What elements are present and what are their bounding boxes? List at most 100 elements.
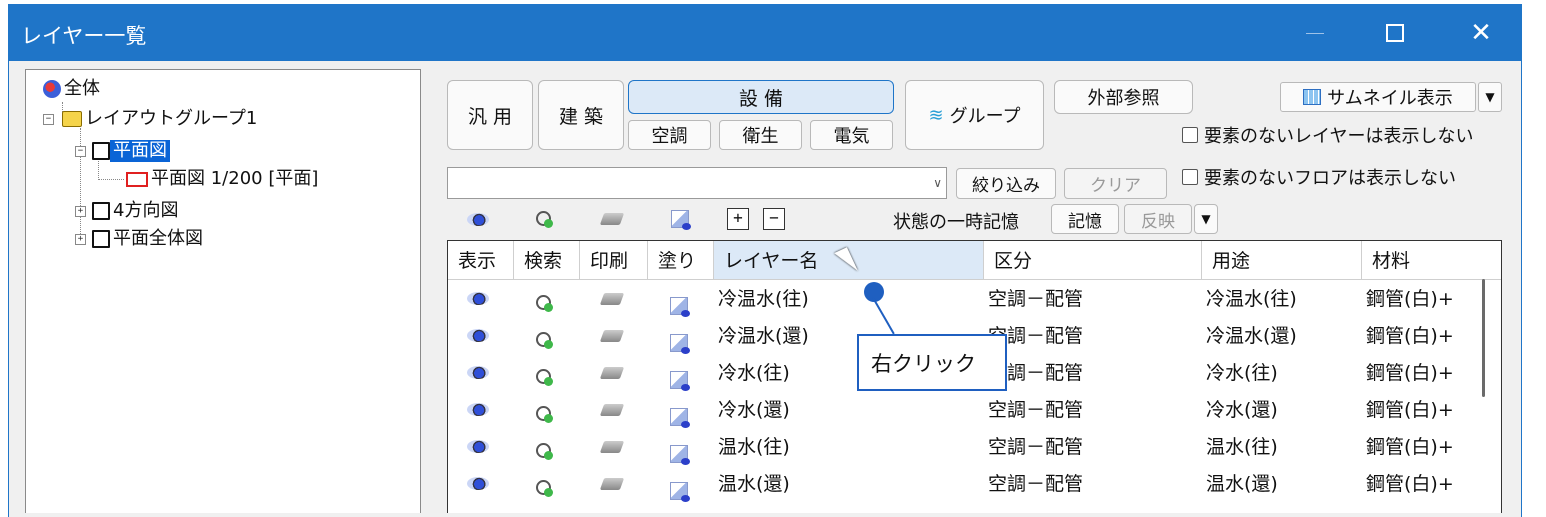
eye-icon[interactable] xyxy=(467,466,489,503)
memory-button[interactable]: 記憶 xyxy=(1051,204,1119,234)
eye-icon[interactable] xyxy=(467,392,489,429)
column-header-search[interactable]: 検索 xyxy=(514,241,580,279)
printer-icon[interactable] xyxy=(599,466,625,503)
layer-name-cell: 温水(往) xyxy=(718,436,790,458)
chevron-down-icon[interactable]: ∨ xyxy=(933,176,942,190)
hide-empty-floors-label: 要素のないフロアは表示しない xyxy=(1204,168,1456,189)
tree-item-label: 4方向図 xyxy=(113,200,179,221)
printer-icon[interactable] xyxy=(599,281,625,318)
category-cell: 空調－配管 xyxy=(988,436,1084,458)
tree-connector xyxy=(98,179,124,180)
eye-icon[interactable] xyxy=(467,281,489,318)
group-button-label: グループ xyxy=(949,106,1021,127)
use-cell: 冷水(往) xyxy=(1206,362,1278,384)
category-cell: 空調－配管 xyxy=(988,473,1084,495)
grid-header: 表示 検索 印刷 塗り レイヤー名 区分 用途 材料 xyxy=(448,241,1501,280)
hide-empty-layers-option[interactable]: 要素のないレイヤーは表示しない xyxy=(1182,122,1473,148)
printer-icon[interactable] xyxy=(599,429,625,466)
close-button[interactable]: ✕ xyxy=(1445,5,1517,61)
material-cell: 鋼管(白)+ xyxy=(1366,288,1454,310)
general-button[interactable]: 汎 用 xyxy=(447,80,533,150)
architecture-button[interactable]: 建 築 xyxy=(538,80,624,150)
sanitary-button[interactable]: 衛生 xyxy=(719,120,802,150)
hide-empty-layers-checkbox[interactable] xyxy=(1182,127,1198,143)
collapse-icon[interactable]: − xyxy=(75,145,86,157)
external-reference-button[interactable]: 外部参照 xyxy=(1054,80,1193,114)
use-cell: 温水(往) xyxy=(1206,436,1278,458)
narrow-button[interactable]: 絞り込み xyxy=(956,168,1056,199)
printer-icon[interactable] xyxy=(599,318,625,355)
tree-item-floor-plan-view[interactable]: 平面図 1/200 [平面] xyxy=(126,168,321,190)
thumbnail-label: サムネイル表示 xyxy=(1327,88,1453,109)
column-header-material[interactable]: 材料 xyxy=(1362,241,1501,279)
collapse-icon[interactable]: − xyxy=(43,113,54,125)
layout-group-icon xyxy=(62,111,82,127)
column-header-use[interactable]: 用途 xyxy=(1202,241,1362,279)
view-frame-icon xyxy=(126,171,148,187)
table-row[interactable]: 温水(還) 空調－配管 温水(還) 鋼管(白)+ xyxy=(448,466,1501,503)
expand-icon[interactable]: + xyxy=(75,205,86,217)
material-cell: 鋼管(白)+ xyxy=(1366,473,1454,495)
tree-group-label: レイアウトグループ1 xyxy=(85,108,258,129)
eye-icon[interactable] xyxy=(467,355,489,392)
window-title: レイヤー一覧 xyxy=(21,24,147,48)
fill-icon[interactable] xyxy=(667,206,693,232)
table-row[interactable]: 冷温水(往) 空調－配管 冷温水(往) 鋼管(白)+ xyxy=(448,281,1501,318)
chevron-down-icon: ▼ xyxy=(1485,90,1495,104)
eye-icon[interactable] xyxy=(467,429,489,466)
expand-icon[interactable]: + xyxy=(75,233,86,245)
use-cell: 冷水(還) xyxy=(1206,399,1278,421)
minimize-button[interactable] xyxy=(1279,5,1351,61)
eye-icon[interactable] xyxy=(465,206,491,232)
hide-empty-layers-label: 要素のないレイヤーは表示しない xyxy=(1204,126,1474,147)
search-icon[interactable] xyxy=(534,474,554,511)
thumbnail-dropdown-button[interactable]: ▼ xyxy=(1478,82,1502,112)
maximize-button[interactable] xyxy=(1359,5,1431,61)
thumbnail-view-button[interactable]: サムネイル表示 xyxy=(1280,82,1476,112)
column-header-category[interactable]: 区分 xyxy=(984,241,1202,279)
fill-icon[interactable] xyxy=(670,476,690,513)
column-header-display[interactable]: 表示 xyxy=(448,241,514,279)
apply-dropdown-button[interactable]: ▼ xyxy=(1194,204,1218,234)
grid-scrollbar[interactable] xyxy=(1482,279,1485,397)
printer-icon[interactable] xyxy=(599,392,625,429)
right-click-callout: 右クリック xyxy=(857,334,1007,391)
group-button[interactable]: ≋ グループ xyxy=(905,80,1044,150)
printer-icon[interactable] xyxy=(599,206,625,232)
hvac-button[interactable]: 空調 xyxy=(628,120,711,150)
material-cell: 鋼管(白)+ xyxy=(1366,399,1454,421)
apply-button[interactable]: 反映 xyxy=(1124,204,1192,234)
collapse-all-icon[interactable]: − xyxy=(763,208,785,230)
eye-icon[interactable] xyxy=(467,318,489,355)
search-icon[interactable] xyxy=(531,206,557,232)
tree-item-root[interactable]: 全体 xyxy=(43,78,103,100)
use-cell: 温水(還) xyxy=(1206,473,1278,495)
hide-empty-floors-option[interactable]: 要素のないフロアは表示しない xyxy=(1182,164,1456,190)
table-row[interactable]: 温水(往) 空調－配管 温水(往) 鋼管(白)+ xyxy=(448,429,1501,466)
state-memory-label: 状態の一時記憶 xyxy=(893,212,1019,233)
equipment-button[interactable]: 設 備 xyxy=(628,80,894,114)
material-cell: 鋼管(白)+ xyxy=(1366,436,1454,458)
layer-tree[interactable]: 全体 − レイアウトグループ1 − 平面図 平面図 1/200 [平面] + 4… xyxy=(25,69,421,513)
printer-icon[interactable] xyxy=(599,355,625,392)
column-header-print[interactable]: 印刷 xyxy=(580,241,648,279)
column-header-fill[interactable]: 塗り xyxy=(648,241,714,279)
layout-icon xyxy=(92,202,110,220)
thumbnail-icon xyxy=(1303,89,1322,105)
tree-item-layout-group[interactable]: − レイアウトグループ1 xyxy=(43,108,260,130)
tree-item-full-plan[interactable]: + 平面全体図 xyxy=(75,228,206,250)
filter-combobox[interactable]: ∨ xyxy=(447,167,947,199)
clear-button[interactable]: クリア xyxy=(1064,168,1167,199)
expand-all-icon[interactable]: + xyxy=(727,208,749,230)
electric-button[interactable]: 電気 xyxy=(810,120,893,150)
category-cell: 空調－配管 xyxy=(988,288,1084,310)
tree-item-four-direction[interactable]: + 4方向図 xyxy=(75,200,181,222)
hide-empty-floors-checkbox[interactable] xyxy=(1182,169,1198,185)
layer-name-cell: 冷水(還) xyxy=(718,399,790,421)
tree-root-label: 全体 xyxy=(64,78,100,99)
material-cell: 鋼管(白)+ xyxy=(1366,362,1454,384)
tree-item-floor-plan[interactable]: − 平面図 xyxy=(75,140,170,162)
table-row[interactable]: 冷水(還) 空調－配管 冷水(還) 鋼管(白)+ xyxy=(448,392,1501,429)
close-icon: ✕ xyxy=(1470,18,1492,48)
tree-item-label: 平面図 xyxy=(110,140,170,162)
